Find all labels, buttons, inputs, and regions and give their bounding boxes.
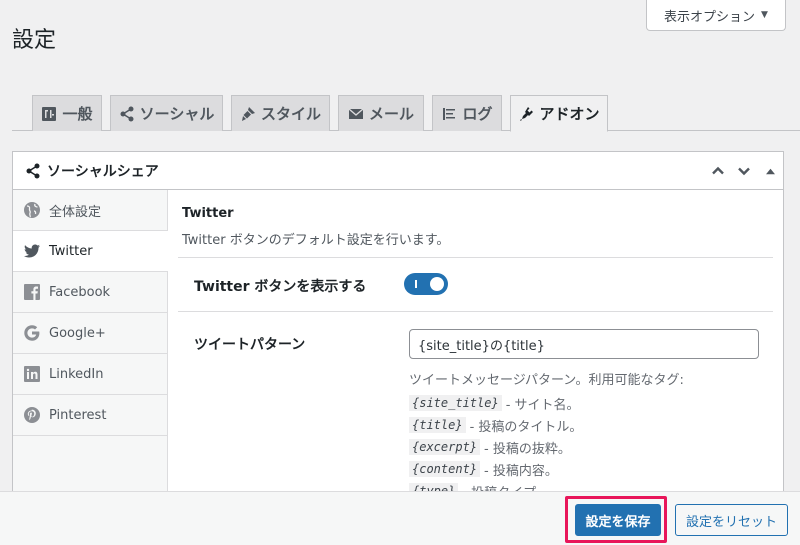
tab-label: アドオン	[539, 105, 600, 123]
panel-controls	[705, 152, 783, 190]
sidenav-label: Facebook	[49, 284, 111, 300]
share-icon	[120, 106, 134, 121]
show-button-row: Twitter ボタンを表示する	[178, 257, 773, 311]
tab-log[interactable]: ログ	[432, 95, 502, 131]
general-icon	[42, 106, 57, 121]
google-icon	[24, 325, 40, 341]
linkedin-icon	[24, 366, 40, 382]
tab-social[interactable]: ソーシャル	[110, 95, 223, 131]
pinterest-icon	[24, 407, 40, 423]
sidenav-label: LinkedIn	[49, 366, 104, 382]
tab-label: 一般	[62, 105, 93, 123]
tab-general[interactable]: 一般	[32, 95, 102, 131]
tab-label: ソーシャル	[139, 105, 215, 123]
tag-description: - サイト名。	[505, 397, 580, 413]
tag-description: - 投稿内容。	[484, 463, 558, 479]
collapse-toggle-button[interactable]	[757, 152, 783, 190]
move-up-button[interactable]	[705, 152, 731, 190]
tag-item: {excerpt} - 投稿の抜粋。	[409, 436, 582, 458]
sidenav-label: Google+	[49, 325, 106, 341]
tag-item: {site_title} - サイト名。	[409, 392, 582, 414]
tag-description: - 投稿のタイトル。	[469, 419, 583, 435]
brush-icon	[241, 106, 255, 121]
tag-description: - 投稿の抜粋。	[484, 441, 571, 457]
caret-down-icon: ▼	[761, 10, 768, 20]
footer-bar: 設定を保存 設定をリセット	[0, 491, 800, 545]
toggle-knob	[430, 277, 444, 291]
sidenav-item-general[interactable]: 全体設定	[13, 190, 167, 231]
list-icon	[443, 107, 456, 120]
tweet-pattern-label: ツイートパターン	[194, 337, 306, 353]
social-share-panel: ソーシャルシェア 全体設定 Twitter Facebook Google+ L…	[12, 151, 784, 545]
page-title: 設定	[12, 28, 57, 53]
section-description: Twitter ボタンのデフォルト設定を行います。	[182, 233, 450, 248]
tag-code: {site_title}	[409, 395, 502, 411]
show-twitter-button-toggle[interactable]	[404, 273, 448, 295]
settings-tabs: 一般 ソーシャル スタイル メール ログ アドオン	[12, 95, 800, 132]
section-title: Twitter	[182, 206, 234, 221]
share-icon	[26, 163, 40, 178]
panel-header: ソーシャルシェア	[13, 152, 783, 190]
toggle-on-indicator	[415, 280, 417, 288]
tab-label: ログ	[462, 105, 493, 123]
chevron-down-icon	[738, 167, 750, 176]
screen-options-label: 表示オプション	[664, 9, 756, 25]
tab-addons[interactable]: アドオン	[510, 95, 608, 132]
tag-code: {excerpt}	[409, 439, 481, 455]
panel-title: ソーシャルシェア	[47, 163, 159, 180]
tag-code: {content}	[409, 461, 481, 477]
tag-item: {title} - 投稿のタイトル。	[409, 414, 582, 436]
sidenav-item-googleplus[interactable]: Google+	[13, 313, 167, 354]
tab-email[interactable]: メール	[338, 95, 424, 131]
tweet-pattern-help: ツイートメッセージパターン。利用可能なタグ:	[409, 373, 684, 388]
screen-options-button[interactable]: 表示オプション ▼	[646, 0, 786, 31]
tab-label: スタイル	[260, 105, 321, 123]
sidenav-item-linkedin[interactable]: LinkedIn	[13, 354, 167, 395]
tag-code: {title}	[409, 417, 466, 433]
sidenav-label: 全体設定	[49, 204, 102, 220]
tweet-pattern-input[interactable]	[409, 329, 759, 359]
tab-style[interactable]: スタイル	[231, 95, 330, 131]
sidenav-label: Twitter	[49, 243, 93, 259]
move-down-button[interactable]	[731, 152, 757, 190]
sidenav-item-facebook[interactable]: Facebook	[13, 272, 167, 313]
tag-item: {content} - 投稿内容。	[409, 458, 582, 480]
plugin-icon	[520, 106, 534, 121]
twitter-icon	[24, 244, 40, 258]
show-button-label: Twitter ボタンを表示する	[194, 279, 367, 295]
email-icon	[348, 107, 364, 119]
save-settings-button[interactable]: 設定を保存	[575, 504, 661, 536]
sidenav-item-twitter[interactable]: Twitter	[13, 231, 168, 272]
sidenav-item-pinterest[interactable]: Pinterest	[13, 395, 167, 436]
triangle-up-icon	[765, 168, 775, 174]
chevron-up-icon	[712, 166, 724, 175]
facebook-icon	[24, 284, 40, 300]
reset-settings-button[interactable]: 設定をリセット	[675, 504, 788, 536]
tab-label: メール	[368, 105, 414, 123]
sidenav-label: Pinterest	[49, 407, 107, 423]
available-tags-list: {site_title} - サイト名。 {title} - 投稿のタイトル。 {e…	[409, 392, 582, 502]
globe-icon	[24, 202, 40, 218]
